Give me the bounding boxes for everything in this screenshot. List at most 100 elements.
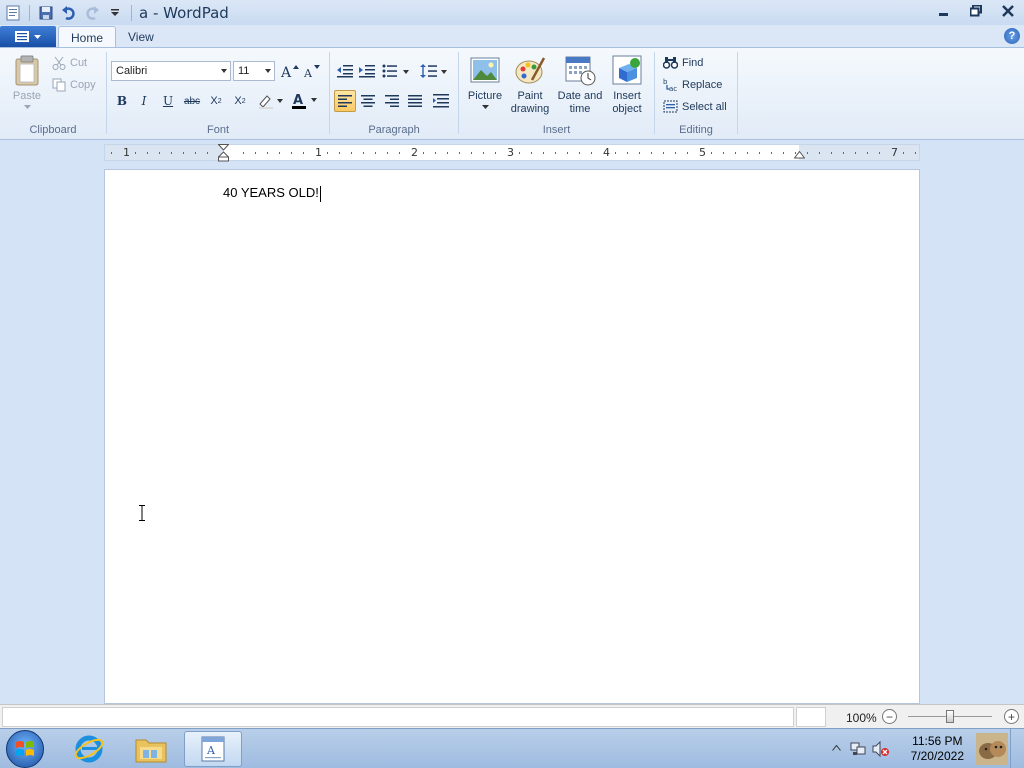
select-all-button[interactable]: Select all [663,100,727,113]
indent-marker-icon[interactable] [218,144,229,162]
show-hidden-icons-icon[interactable] [832,745,841,751]
ruler-tick [399,152,400,154]
status-panel [796,707,826,727]
application-menu-button[interactable] [0,26,56,47]
shrink-font-button[interactable]: A [301,60,323,82]
customize-qat-icon[interactable] [105,3,125,23]
svg-text:ac: ac [669,85,677,91]
ruler-number: 1 [123,146,130,159]
italic-icon[interactable]: I [133,90,155,112]
clipboard-icon [15,55,39,86]
ruler-tick [339,152,340,154]
save-icon[interactable] [36,3,56,23]
align-left-icon[interactable] [334,90,356,112]
justify-icon[interactable] [404,90,426,112]
ruler-tick [327,152,328,154]
ruler[interactable]: 1 1 2 3 4 5 7 [104,144,920,162]
underline-icon[interactable]: U [157,90,179,112]
taskbar-file-explorer[interactable] [122,731,180,767]
folder-icon [135,739,167,763]
strikethrough-icon[interactable]: abc [181,90,203,112]
ruler-tick [255,152,256,154]
ruler-tick [483,152,484,154]
picture-icon [470,57,500,83]
ruler-tick [807,152,808,154]
paint-drawing-button[interactable]: Paint drawing [507,54,553,116]
find-button[interactable]: Find [663,56,703,69]
highlighter-icon [259,95,283,109]
taskbar: A 11:56 PM 7/20/2022 [0,728,1024,768]
network-icon[interactable] [850,741,866,757]
line-spacing-icon [420,64,447,78]
subscript-icon[interactable]: X2 [205,90,227,112]
increase-indent-icon[interactable] [356,60,378,82]
copy-button[interactable]: Copy [52,78,96,92]
wordpad-icon[interactable] [3,3,23,23]
zoom-in-button[interactable]: + [1004,709,1019,724]
taskbar-internet-explorer[interactable] [60,731,118,767]
maximize-button[interactable] [960,0,992,22]
font-color-button[interactable]: A [289,90,319,112]
volume-muted-icon[interactable] [872,741,890,757]
shrink-font-icon: A [304,65,320,78]
show-desktop-button[interactable] [1010,729,1024,768]
replace-icon: bac [663,78,677,91]
line-spacing-button[interactable] [418,60,450,82]
scissors-icon [52,56,66,70]
chevron-down-icon [23,105,31,109]
font-family-value: Calibri [116,65,148,77]
date-time-button[interactable]: Date and time [555,54,605,116]
cut-button[interactable]: Cut [52,56,87,70]
tab-view[interactable]: View [116,26,166,48]
paragraph-group-label: Paragraph [368,124,420,136]
start-button[interactable] [6,730,44,768]
zoom-out-button[interactable]: − [882,709,897,724]
ruler-tick [915,152,916,154]
clock[interactable]: 11:56 PM 7/20/2022 [911,734,964,764]
date-label-line1: Date and [557,90,603,102]
font-family-select[interactable]: Calibri [111,61,231,81]
divider [131,4,132,21]
ruler-tick [555,152,556,154]
zoom-slider-thumb[interactable] [946,710,954,723]
internet-explorer-icon [74,735,104,763]
undo-icon[interactable] [59,3,79,23]
ruler-tick [867,152,868,154]
insert-object-button[interactable]: Insert object [607,54,647,116]
help-icon[interactable]: ? [1004,28,1020,44]
font-size-select[interactable]: 11 [233,61,275,81]
close-button[interactable] [992,0,1024,22]
decrease-indent-icon[interactable] [334,60,356,82]
minimize-button[interactable] [928,0,960,22]
ruler-tick [591,152,592,154]
paragraph-settings-icon[interactable] [430,90,452,112]
ruler-tick [567,152,568,154]
picture-button[interactable]: Picture [465,54,505,109]
align-right-icon[interactable] [381,90,403,112]
ruler-tick [615,152,616,154]
user-avatar-icon[interactable] [976,733,1008,765]
grow-font-button[interactable]: A [279,60,301,82]
divider [737,52,738,134]
document-page[interactable]: 40 YEARS OLD! [104,169,920,704]
list-button[interactable] [380,60,412,82]
ruler-number: 4 [603,146,610,159]
superscript-icon[interactable]: X2 [229,90,251,112]
highlight-color-button[interactable] [255,90,285,112]
windows-logo-icon [16,741,34,756]
replace-button[interactable]: b ac Replace [663,78,722,91]
align-center-icon[interactable] [357,90,379,112]
date-label-line2: time [569,103,591,115]
ruler-tick [207,152,208,154]
ruler-tick [843,152,844,154]
document-text[interactable]: 40 YEARS OLD! [223,185,321,202]
right-indent-marker-icon[interactable] [794,151,805,159]
picture-label: Picture [467,90,503,102]
ruler-tick [711,152,712,154]
tab-home[interactable]: Home [58,26,117,48]
chevron-down-icon [265,69,271,73]
bold-icon[interactable]: B [111,90,133,112]
redo-icon[interactable] [82,3,102,23]
taskbar-wordpad[interactable]: A [184,731,242,767]
paste-button[interactable]: Paste [8,54,46,109]
